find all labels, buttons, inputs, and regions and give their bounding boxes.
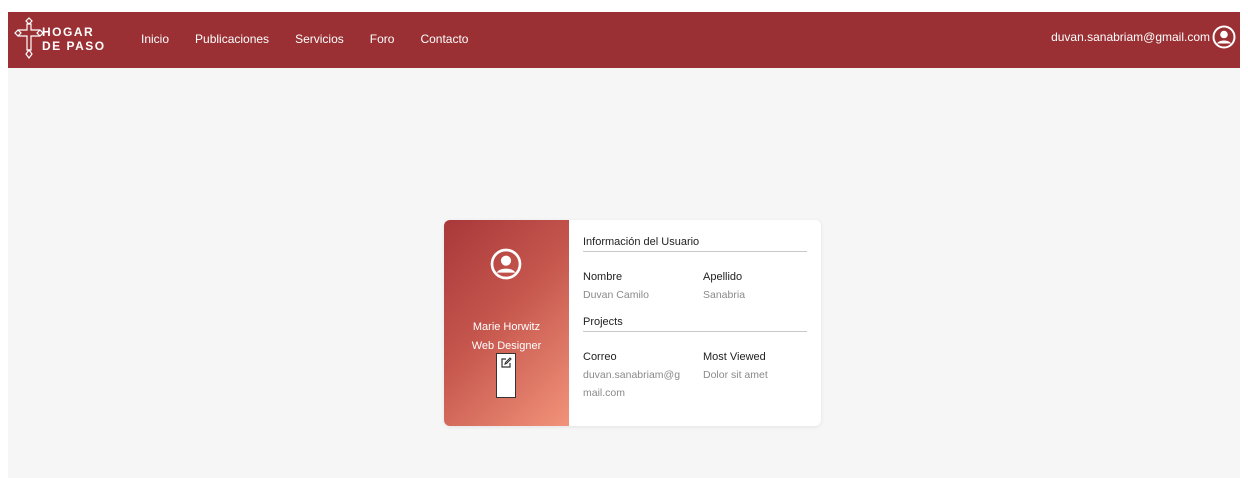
correo-value-line1: duvan.sanabriam@g — [583, 369, 681, 381]
section-title-info: Información del Usuario — [583, 236, 700, 248]
divider — [583, 331, 807, 332]
page-frame: HOGAR DE PASO Inicio Publicaciones Servi… — [8, 12, 1240, 478]
divider — [583, 251, 807, 252]
profile-panel: Marie Horwitz Web Designer — [444, 220, 569, 426]
apellido-value: Sanabria — [703, 289, 746, 301]
apellido-label: Apellido — [703, 271, 743, 283]
nav-contacto[interactable]: Contacto — [420, 32, 468, 46]
nav-servicios[interactable]: Servicios — [295, 32, 344, 46]
nombre-value: Duvan Camilo — [583, 289, 649, 301]
user-menu[interactable]: duvan.sanabriam@gmail.com — [1051, 25, 1236, 49]
nav-links: Inicio Publicaciones Servicios Foro Cont… — [141, 32, 494, 46]
nombre-label: Nombre — [583, 271, 623, 283]
user-email[interactable]: duvan.sanabriam@gmail.com — [1051, 30, 1210, 44]
user-circle-icon — [490, 248, 522, 280]
brand-logo[interactable]: HOGAR DE PASO — [14, 16, 110, 62]
section-title-projects: Projects — [583, 316, 623, 328]
most-viewed-value: Dolor sit amet — [703, 369, 768, 381]
profile-role: Web Designer — [471, 340, 542, 352]
brand-line1: HOGAR — [42, 25, 95, 39]
profile-card: Marie Horwitz Web Designer Información d… — [444, 220, 821, 426]
correo-label: Correo — [583, 351, 617, 363]
navbar: HOGAR DE PASO Inicio Publicaciones Servi… — [8, 12, 1240, 68]
profile-name: Marie Horwitz — [472, 321, 541, 333]
edit-icon — [501, 357, 512, 368]
cross-icon — [14, 17, 44, 59]
brand-line2: DE PASO — [42, 39, 106, 53]
user-circle-icon[interactable] — [1212, 25, 1236, 49]
nav-inicio[interactable]: Inicio — [141, 32, 169, 46]
edit-profile-button[interactable] — [496, 353, 516, 398]
nav-publicaciones[interactable]: Publicaciones — [195, 32, 269, 46]
correo-value-line2: mail.com — [583, 387, 626, 399]
most-viewed-label: Most Viewed — [703, 351, 766, 363]
nav-foro[interactable]: Foro — [370, 32, 395, 46]
